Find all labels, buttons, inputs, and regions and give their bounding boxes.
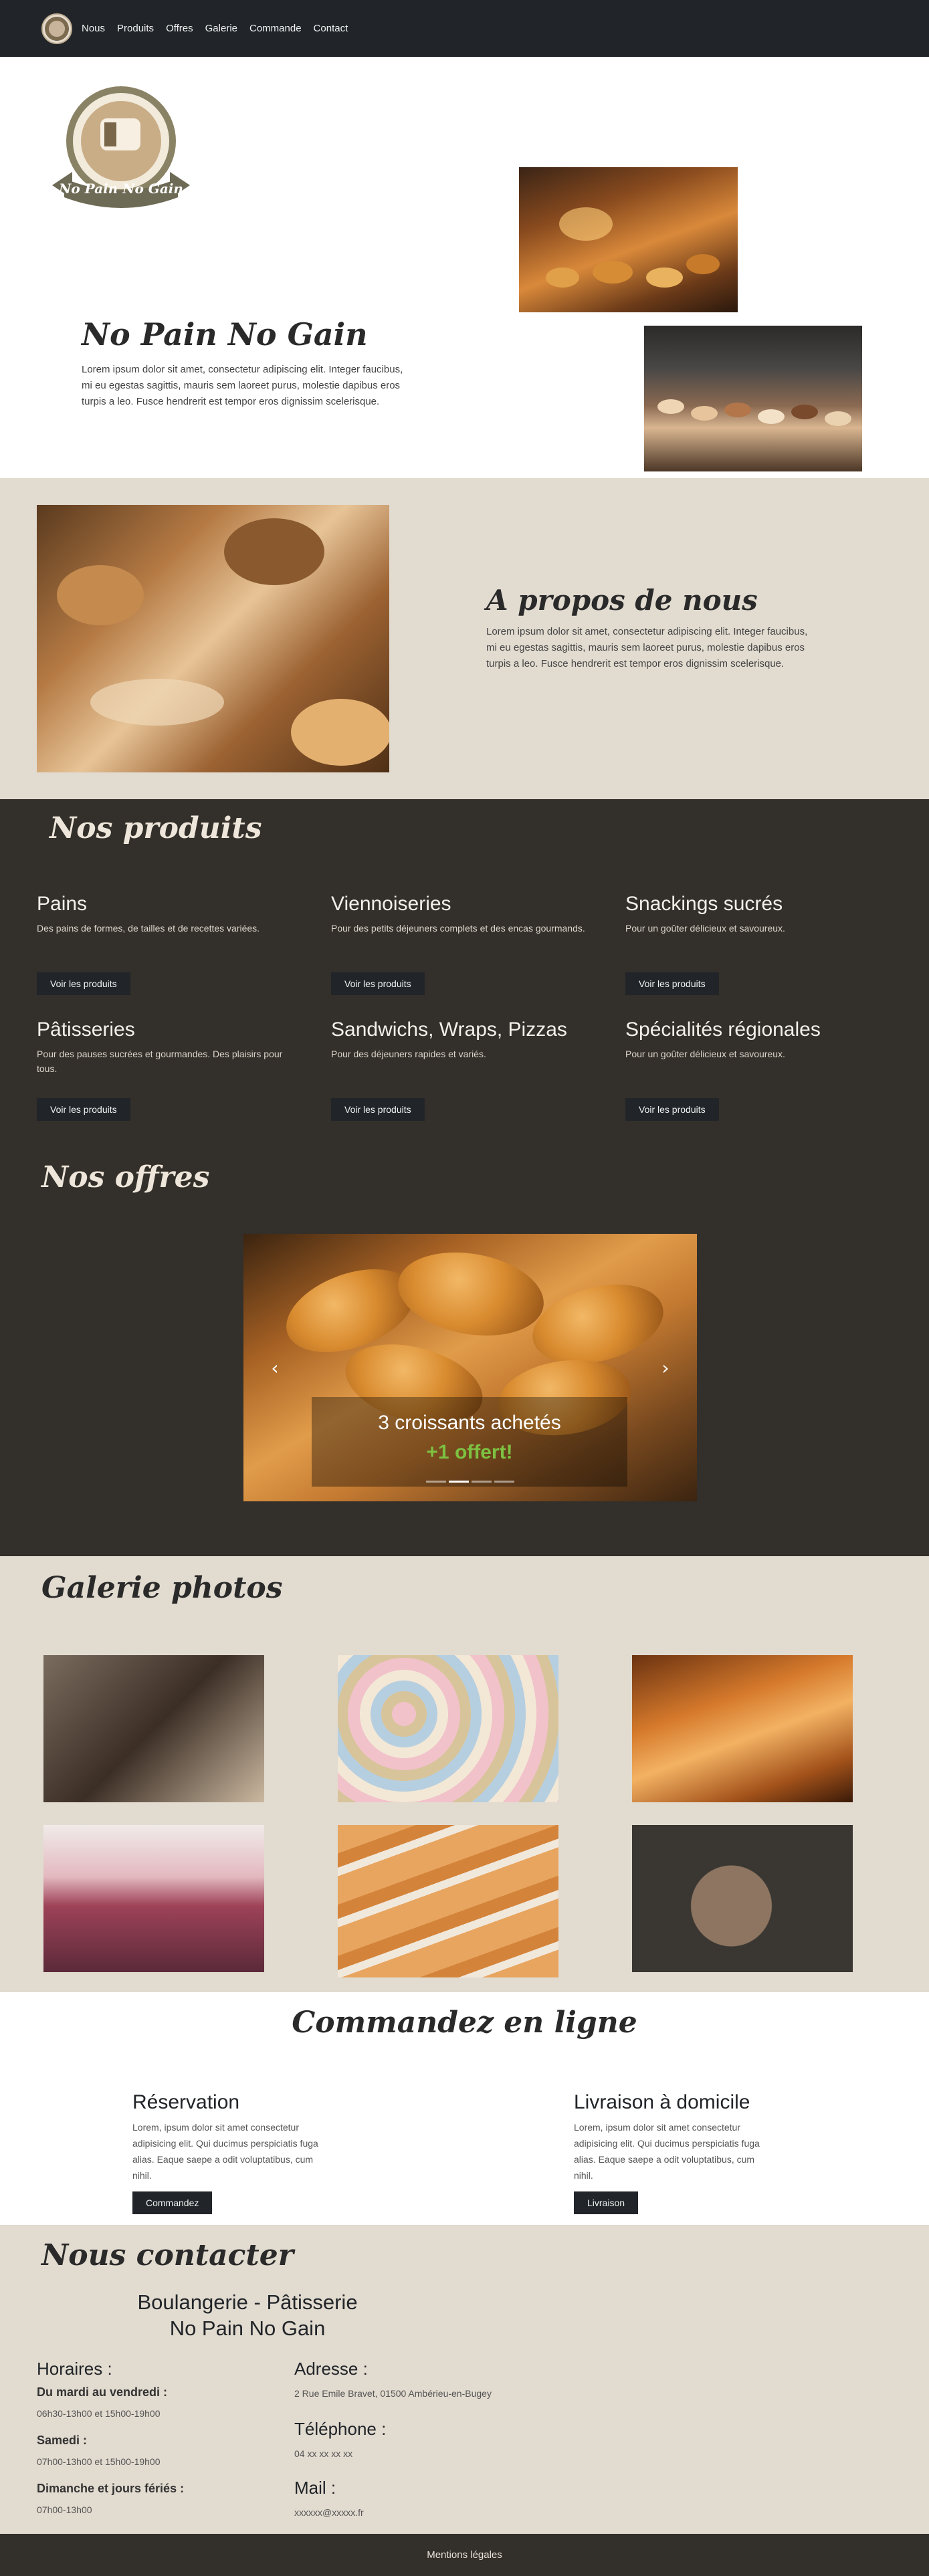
gallery-image-cupcakes[interactable] — [43, 1825, 264, 1972]
product-card-viennoiseries: Viennoiseries Pour des petits déjeuners … — [331, 893, 599, 995]
product-desc: Pour des petits déjeuners complets et de… — [331, 923, 585, 934]
hours-label: Dimanche et jours fériés : — [37, 2482, 185, 2495]
hero-section: No Pain No Gain No Pain No Gain Lorem ip… — [0, 57, 929, 478]
product-desc: Pour un goûter délicieux et savoureux. — [625, 1049, 785, 1059]
business-name-line-1: Boulangerie - Pâtisserie — [137, 2290, 358, 2314]
order-col-text: Lorem, ipsum dolor sit amet consectetur … — [132, 2122, 318, 2181]
carousel-indicator[interactable] — [426, 1481, 446, 1483]
bakery-logo-icon: No Pain No Gain — [52, 86, 190, 208]
product-card-patisseries: Pâtisseries Pour des pauses sucrées et g… — [37, 1018, 304, 1121]
product-name: Pâtisseries — [37, 1018, 135, 1041]
view-products-button[interactable]: Voir les produits — [37, 972, 130, 995]
hours-value: 07h00-13h00 et 15h00-19h00 — [37, 2456, 161, 2467]
chevron-left-icon[interactable]: ‹ — [265, 1358, 285, 1378]
product-card-specialites: Spécialités régionales Pour un goûter dé… — [625, 1018, 893, 1121]
mail-title: Mail : — [294, 2478, 336, 2498]
nav-link-commande[interactable]: Commande — [249, 23, 302, 34]
product-card-pains: Pains Des pains de formes, de tailles et… — [37, 893, 304, 995]
products-title: Nos produits — [49, 811, 262, 845]
view-products-button[interactable]: Voir les produits — [331, 972, 425, 995]
product-desc: Des pains de formes, de tailles et de re… — [37, 923, 260, 934]
phone-value[interactable]: 04 xx xx xx xx — [294, 2448, 352, 2459]
nav-link-produits[interactable]: Produits — [117, 23, 154, 34]
gallery-image-macarons[interactable] — [338, 1655, 558, 1802]
about-text: Lorem ipsum dolor sit amet, consectetur … — [486, 626, 808, 669]
hero-title: No Pain No Gain — [82, 316, 368, 352]
order-button[interactable]: Commandez — [132, 2191, 213, 2214]
legal-notice-link[interactable]: Mentions légales — [427, 2549, 502, 2561]
order-title: Commandez en ligne — [292, 2006, 637, 2040]
view-products-button[interactable]: Voir les produits — [331, 1098, 425, 1121]
hours-label: Samedi : — [37, 2434, 88, 2447]
hours-label: Du mardi au vendredi : — [37, 2385, 168, 2399]
bakery-logo-icon[interactable] — [41, 13, 72, 44]
mail-value[interactable]: xxxxxx@xxxxx.fr — [294, 2507, 364, 2518]
view-products-button[interactable]: Voir les produits — [625, 1098, 719, 1121]
product-card-sandwichs: Sandwichs, Wraps, Pizzas Pour des déjeun… — [331, 1018, 599, 1121]
carousel-caption: 3 croissants achetés +1 offert! — [312, 1397, 627, 1487]
gallery-image-pains-au-chocolat[interactable] — [632, 1655, 853, 1802]
phone-title: Téléphone : — [294, 2419, 387, 2439]
hero-text: Lorem ipsum dolor sit amet, consectetur … — [82, 364, 403, 407]
business-name: Boulangerie - Pâtisserie No Pain No Gain — [94, 2289, 401, 2341]
product-name: Sandwichs, Wraps, Pizzas — [331, 1018, 567, 1041]
offers-title: Nos offres — [41, 1160, 210, 1194]
offer-line-2: +1 offert! — [426, 1441, 513, 1463]
gallery-section: Galerie photos — [0, 1556, 929, 1992]
business-name-line-2: No Pain No Gain — [169, 2317, 326, 2340]
nav-link-offres[interactable]: Offres — [166, 23, 193, 34]
address-title: Adresse : — [294, 2359, 368, 2379]
order-section: Commandez en ligne Réservation Lorem, ip… — [0, 1992, 929, 2225]
nav-links: Nous Produits Offres Galerie Commande Co… — [82, 23, 348, 34]
view-products-button[interactable]: Voir les produits — [37, 1098, 130, 1121]
product-desc: Pour un goûter délicieux et savoureux. — [625, 923, 785, 934]
address-value: 2 Rue Emile Bravet, 01500 Ambérieu-en-Bu… — [294, 2388, 492, 2399]
about-title: A propos de nous — [486, 584, 758, 617]
gallery-title: Galerie photos — [41, 1571, 283, 1605]
products-section: Nos produits Pains Des pains de formes, … — [0, 799, 929, 1556]
offers-carousel[interactable]: ‹ › 3 croissants achetés +1 offert! — [243, 1234, 697, 1501]
chevron-right-icon[interactable]: › — [655, 1358, 676, 1378]
product-name: Viennoiseries — [331, 893, 451, 915]
delivery-button[interactable]: Livraison — [574, 2191, 639, 2214]
product-name: Snackings sucrés — [625, 893, 783, 915]
order-reservation: Réservation Lorem, ipsum dolor sit amet … — [132, 2091, 333, 2214]
nav-link-galerie[interactable]: Galerie — [205, 23, 237, 34]
hours-value: 07h00-13h00 — [37, 2504, 92, 2515]
nav-link-contact[interactable]: Contact — [314, 23, 348, 34]
bakery-display-image — [519, 167, 738, 312]
hours-value: 06h30-13h00 et 15h00-19h00 — [37, 2408, 161, 2419]
product-name: Spécialités régionales — [625, 1018, 821, 1041]
order-col-title: Réservation — [132, 2091, 240, 2113]
carousel-indicators — [243, 1481, 697, 1483]
navbar: Nous Produits Offres Galerie Commande Co… — [0, 0, 929, 57]
contact-title: Nous contacter — [41, 2238, 294, 2272]
offer-line-1: 3 croissants achetés — [378, 1412, 561, 1434]
bread-wheat-image — [37, 505, 389, 772]
svg-text:No Pain No Gain: No Pain No Gain — [58, 181, 183, 197]
order-delivery: Livraison à domicile Lorem, ipsum dolor … — [574, 2091, 775, 2214]
pastry-showcase-image — [644, 326, 862, 471]
about-section: A propos de nous Lorem ipsum dolor sit a… — [0, 478, 929, 799]
contact-section: Nous contacter Boulangerie - Pâtisserie … — [0, 2225, 929, 2534]
product-desc: Pour des déjeuners rapides et variés. — [331, 1049, 486, 1059]
product-card-snackings: Snackings sucrés Pour un goûter délicieu… — [625, 893, 893, 995]
product-desc: Pour des pauses sucrées et gourmandes. D… — [37, 1049, 283, 1074]
product-name: Pains — [37, 893, 88, 915]
carousel-indicator[interactable] — [494, 1481, 514, 1483]
hours-title: Horaires : — [37, 2359, 112, 2379]
carousel-indicator[interactable] — [449, 1481, 469, 1483]
footer: Mentions légales — [0, 2534, 929, 2576]
gallery-image-cookies[interactable] — [43, 1655, 264, 1802]
gallery-image-pains-complets[interactable] — [632, 1825, 853, 1972]
carousel-indicator[interactable] — [472, 1481, 492, 1483]
order-col-text: Lorem, ipsum dolor sit amet consectetur … — [574, 2122, 760, 2181]
nav-link-nous[interactable]: Nous — [82, 23, 105, 34]
view-products-button[interactable]: Voir les produits — [625, 972, 719, 995]
order-col-title: Livraison à domicile — [574, 2091, 750, 2113]
gallery-image-baguettes[interactable] — [338, 1825, 558, 1977]
